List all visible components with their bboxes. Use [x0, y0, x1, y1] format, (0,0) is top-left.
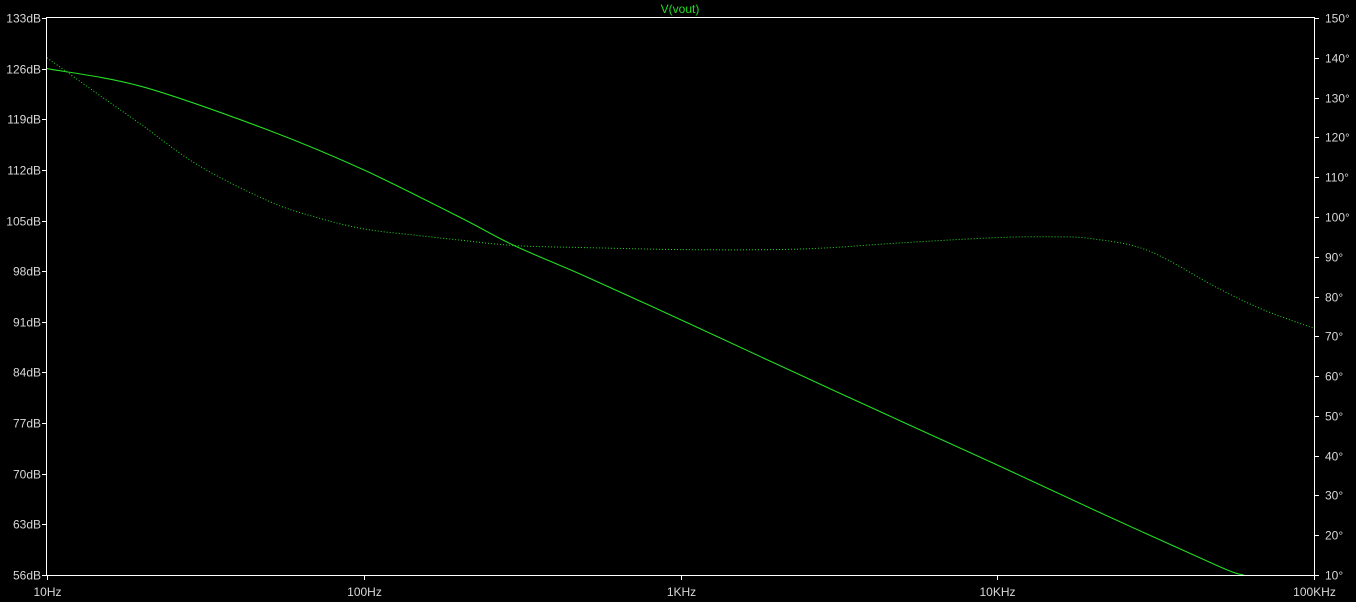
- right-tick-label: 80°: [1325, 291, 1343, 305]
- left-tick-label: 105dB: [6, 215, 41, 229]
- right-tick-label: 90°: [1325, 251, 1343, 265]
- right-tick-label: 120°: [1325, 131, 1350, 145]
- left-tick-label: 56dB: [13, 569, 41, 583]
- left-tick-label: 70dB: [13, 468, 41, 482]
- x-tick-label: 10KHz: [979, 585, 1015, 599]
- left-tick-label: 126dB: [6, 63, 41, 77]
- bode-plot: V(vout) 133dB 126dB 119dB 112dB 105dB 98dB 91d…: [0, 0, 1356, 602]
- chart-title: V(vout): [661, 2, 700, 16]
- right-tick-label: 30°: [1325, 489, 1343, 503]
- right-tick-label: 140°: [1325, 52, 1350, 66]
- right-tick-label: 10°: [1325, 569, 1343, 583]
- right-tick-label: 50°: [1325, 410, 1343, 424]
- left-tick-label: 77dB: [13, 417, 41, 431]
- left-tick-label: 98dB: [13, 265, 41, 279]
- right-tick-label: 150°: [1325, 12, 1350, 26]
- right-tick-label: 60°: [1325, 370, 1343, 384]
- right-tick-label: 130°: [1325, 92, 1350, 106]
- right-tick-label: 70°: [1325, 330, 1343, 344]
- x-tick-label: 100KHz: [1293, 585, 1336, 599]
- right-tick-label: 100°: [1325, 211, 1350, 225]
- x-tick-label: 10Hz: [33, 585, 61, 599]
- plot-background: [0, 0, 1356, 602]
- right-tick-label: 20°: [1325, 529, 1343, 543]
- x-tick-label: 1KHz: [667, 585, 696, 599]
- left-tick-label: 112dB: [7, 164, 41, 178]
- left-tick-label: 133dB: [6, 12, 41, 26]
- left-tick-label: 63dB: [13, 518, 41, 532]
- left-tick-label: 84dB: [13, 366, 41, 380]
- x-tick-label: 100Hz: [347, 585, 382, 599]
- left-tick-label: 91dB: [13, 316, 41, 330]
- right-tick-label: 110°: [1325, 171, 1349, 185]
- right-tick-label: 40°: [1325, 450, 1343, 464]
- left-tick-label: 119dB: [7, 113, 41, 127]
